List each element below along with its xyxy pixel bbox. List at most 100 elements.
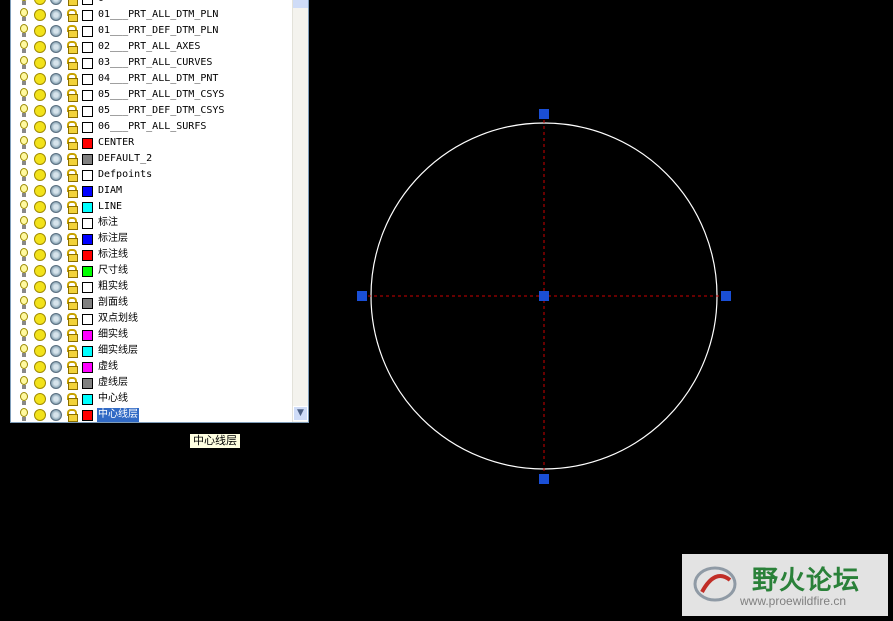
color-swatch[interactable]	[82, 361, 93, 373]
color-swatch[interactable]	[82, 9, 93, 21]
color-swatch[interactable]	[82, 185, 93, 197]
color-swatch[interactable]	[82, 409, 93, 421]
lock-icon[interactable]	[65, 408, 79, 422]
sun-icon[interactable]	[33, 168, 47, 182]
sun-icon[interactable]	[33, 0, 47, 6]
layer-row[interactable]: 尺寸线	[11, 263, 293, 279]
layer-row[interactable]: 虚线	[11, 359, 293, 375]
scroll-down-button[interactable]: ▼	[293, 406, 308, 421]
color-swatch[interactable]	[82, 233, 93, 245]
color-swatch[interactable]	[82, 89, 93, 101]
color-swatch[interactable]	[82, 313, 93, 325]
color-swatch[interactable]	[82, 25, 93, 37]
freeze-icon[interactable]	[49, 232, 63, 246]
lightbulb-icon[interactable]	[17, 152, 31, 166]
lightbulb-icon[interactable]	[17, 360, 31, 374]
color-swatch[interactable]	[82, 329, 93, 341]
lock-icon[interactable]	[65, 24, 79, 38]
lightbulb-icon[interactable]	[17, 216, 31, 230]
scrollbar[interactable]: ▼	[292, 0, 308, 422]
lock-icon[interactable]	[65, 72, 79, 86]
sun-icon[interactable]	[33, 200, 47, 214]
color-swatch[interactable]	[82, 345, 93, 357]
lock-icon[interactable]	[65, 232, 79, 246]
color-swatch[interactable]	[82, 0, 93, 5]
lock-icon[interactable]	[65, 88, 79, 102]
lightbulb-icon[interactable]	[17, 328, 31, 342]
color-swatch[interactable]	[82, 137, 93, 149]
color-swatch[interactable]	[82, 265, 93, 277]
grip-bottom[interactable]	[539, 474, 549, 484]
lightbulb-icon[interactable]	[17, 40, 31, 54]
sun-icon[interactable]	[33, 136, 47, 150]
freeze-icon[interactable]	[49, 56, 63, 70]
layer-row[interactable]: 05___PRT_ALL_DTM_CSYS	[11, 87, 293, 103]
lock-icon[interactable]	[65, 184, 79, 198]
grip-center[interactable]	[539, 291, 549, 301]
layer-row[interactable]: 标注线	[11, 247, 293, 263]
lightbulb-icon[interactable]	[17, 168, 31, 182]
freeze-icon[interactable]	[49, 0, 63, 6]
freeze-icon[interactable]	[49, 40, 63, 54]
lock-icon[interactable]	[65, 312, 79, 326]
sun-icon[interactable]	[33, 184, 47, 198]
grip-right[interactable]	[721, 291, 731, 301]
layer-row[interactable]: 细实线层	[11, 343, 293, 359]
lock-icon[interactable]	[65, 120, 79, 134]
freeze-icon[interactable]	[49, 360, 63, 374]
sun-icon[interactable]	[33, 376, 47, 390]
lightbulb-icon[interactable]	[17, 120, 31, 134]
freeze-icon[interactable]	[49, 120, 63, 134]
sun-icon[interactable]	[33, 392, 47, 406]
layer-row[interactable]: 02___PRT_ALL_AXES	[11, 39, 293, 55]
layer-row[interactable]: 双点划线	[11, 311, 293, 327]
layer-row[interactable]: 中心线层	[11, 407, 293, 422]
sun-icon[interactable]	[33, 280, 47, 294]
color-swatch[interactable]	[82, 297, 93, 309]
freeze-icon[interactable]	[49, 168, 63, 182]
freeze-icon[interactable]	[49, 392, 63, 406]
layer-row[interactable]: 粗实线	[11, 279, 293, 295]
freeze-icon[interactable]	[49, 344, 63, 358]
color-swatch[interactable]	[82, 281, 93, 293]
freeze-icon[interactable]	[49, 200, 63, 214]
freeze-icon[interactable]	[49, 184, 63, 198]
sun-icon[interactable]	[33, 296, 47, 310]
color-swatch[interactable]	[82, 57, 93, 69]
lock-icon[interactable]	[65, 136, 79, 150]
layer-row[interactable]: Defpoints	[11, 167, 293, 183]
lock-icon[interactable]	[65, 328, 79, 342]
lock-icon[interactable]	[65, 216, 79, 230]
lightbulb-icon[interactable]	[17, 104, 31, 118]
color-swatch[interactable]	[82, 73, 93, 85]
lock-icon[interactable]	[65, 344, 79, 358]
sun-icon[interactable]	[33, 8, 47, 22]
lock-icon[interactable]	[65, 392, 79, 406]
lock-icon[interactable]	[65, 104, 79, 118]
freeze-icon[interactable]	[49, 104, 63, 118]
layer-row[interactable]: 01___PRT_DEF_DTM_PLN	[11, 23, 293, 39]
lock-icon[interactable]	[65, 40, 79, 54]
lock-icon[interactable]	[65, 168, 79, 182]
color-swatch[interactable]	[82, 121, 93, 133]
sun-icon[interactable]	[33, 232, 47, 246]
freeze-icon[interactable]	[49, 88, 63, 102]
sun-icon[interactable]	[33, 408, 47, 422]
lightbulb-icon[interactable]	[17, 88, 31, 102]
freeze-icon[interactable]	[49, 216, 63, 230]
layer-row[interactable]: 剖面线	[11, 295, 293, 311]
layer-row[interactable]: CENTER	[11, 135, 293, 151]
sun-icon[interactable]	[33, 344, 47, 358]
layer-row[interactable]: DIAM	[11, 183, 293, 199]
freeze-icon[interactable]	[49, 280, 63, 294]
freeze-icon[interactable]	[49, 136, 63, 150]
sun-icon[interactable]	[33, 88, 47, 102]
layer-row[interactable]: 05___PRT_DEF_DTM_CSYS	[11, 103, 293, 119]
sun-icon[interactable]	[33, 24, 47, 38]
layer-row[interactable]: 虚线层	[11, 375, 293, 391]
freeze-icon[interactable]	[49, 328, 63, 342]
lock-icon[interactable]	[65, 264, 79, 278]
color-swatch[interactable]	[82, 153, 93, 165]
lightbulb-icon[interactable]	[17, 248, 31, 262]
sun-icon[interactable]	[33, 40, 47, 54]
